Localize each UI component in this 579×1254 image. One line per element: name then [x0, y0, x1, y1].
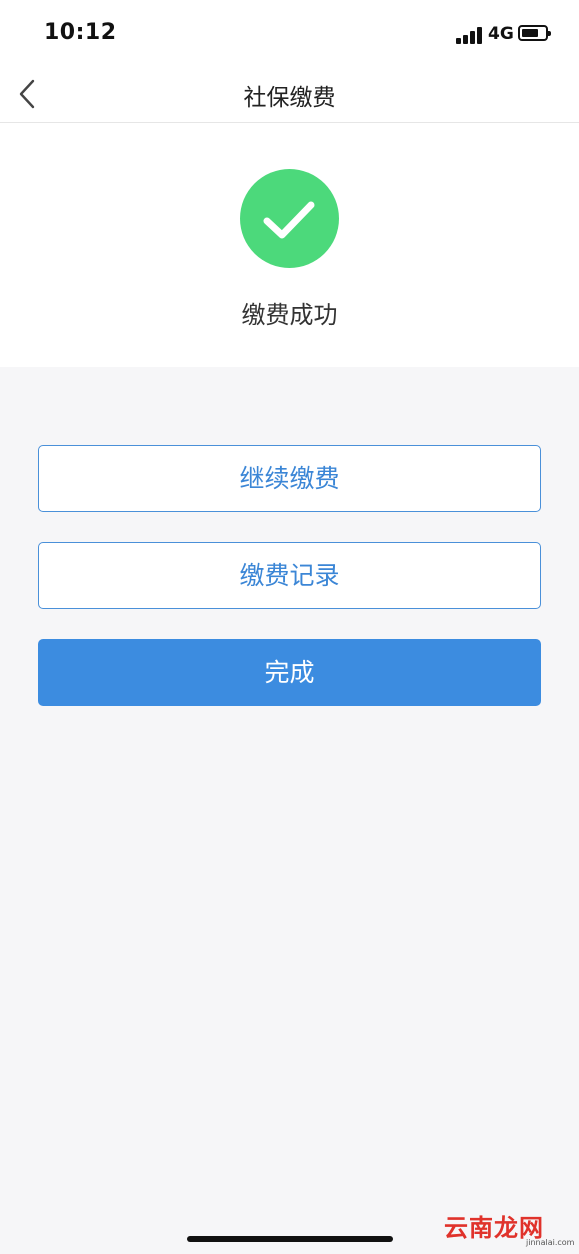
- status-bar: 10:12 4G: [0, 0, 579, 68]
- page-title: 社保缴费: [243, 85, 336, 111]
- success-check-icon: [240, 169, 339, 268]
- success-message: 缴费成功: [241, 301, 338, 329]
- home-indicator[interactable]: [187, 1236, 393, 1242]
- continue-payment-button[interactable]: 继续缴费: [38, 445, 541, 512]
- payment-records-button[interactable]: 缴费记录: [38, 542, 541, 609]
- watermark-url: jinnalai.com: [526, 1238, 575, 1247]
- result-panel: 缴费成功: [0, 123, 579, 367]
- network-type: 4G: [488, 24, 514, 44]
- battery-icon: [518, 25, 551, 41]
- status-time: 10:12: [44, 20, 117, 45]
- done-button[interactable]: 完成: [38, 639, 541, 706]
- watermark: 云南龙网 jinnalai.com: [440, 1206, 576, 1252]
- navigation-bar: 社保缴费: [0, 68, 579, 123]
- signal-icon: [456, 26, 484, 44]
